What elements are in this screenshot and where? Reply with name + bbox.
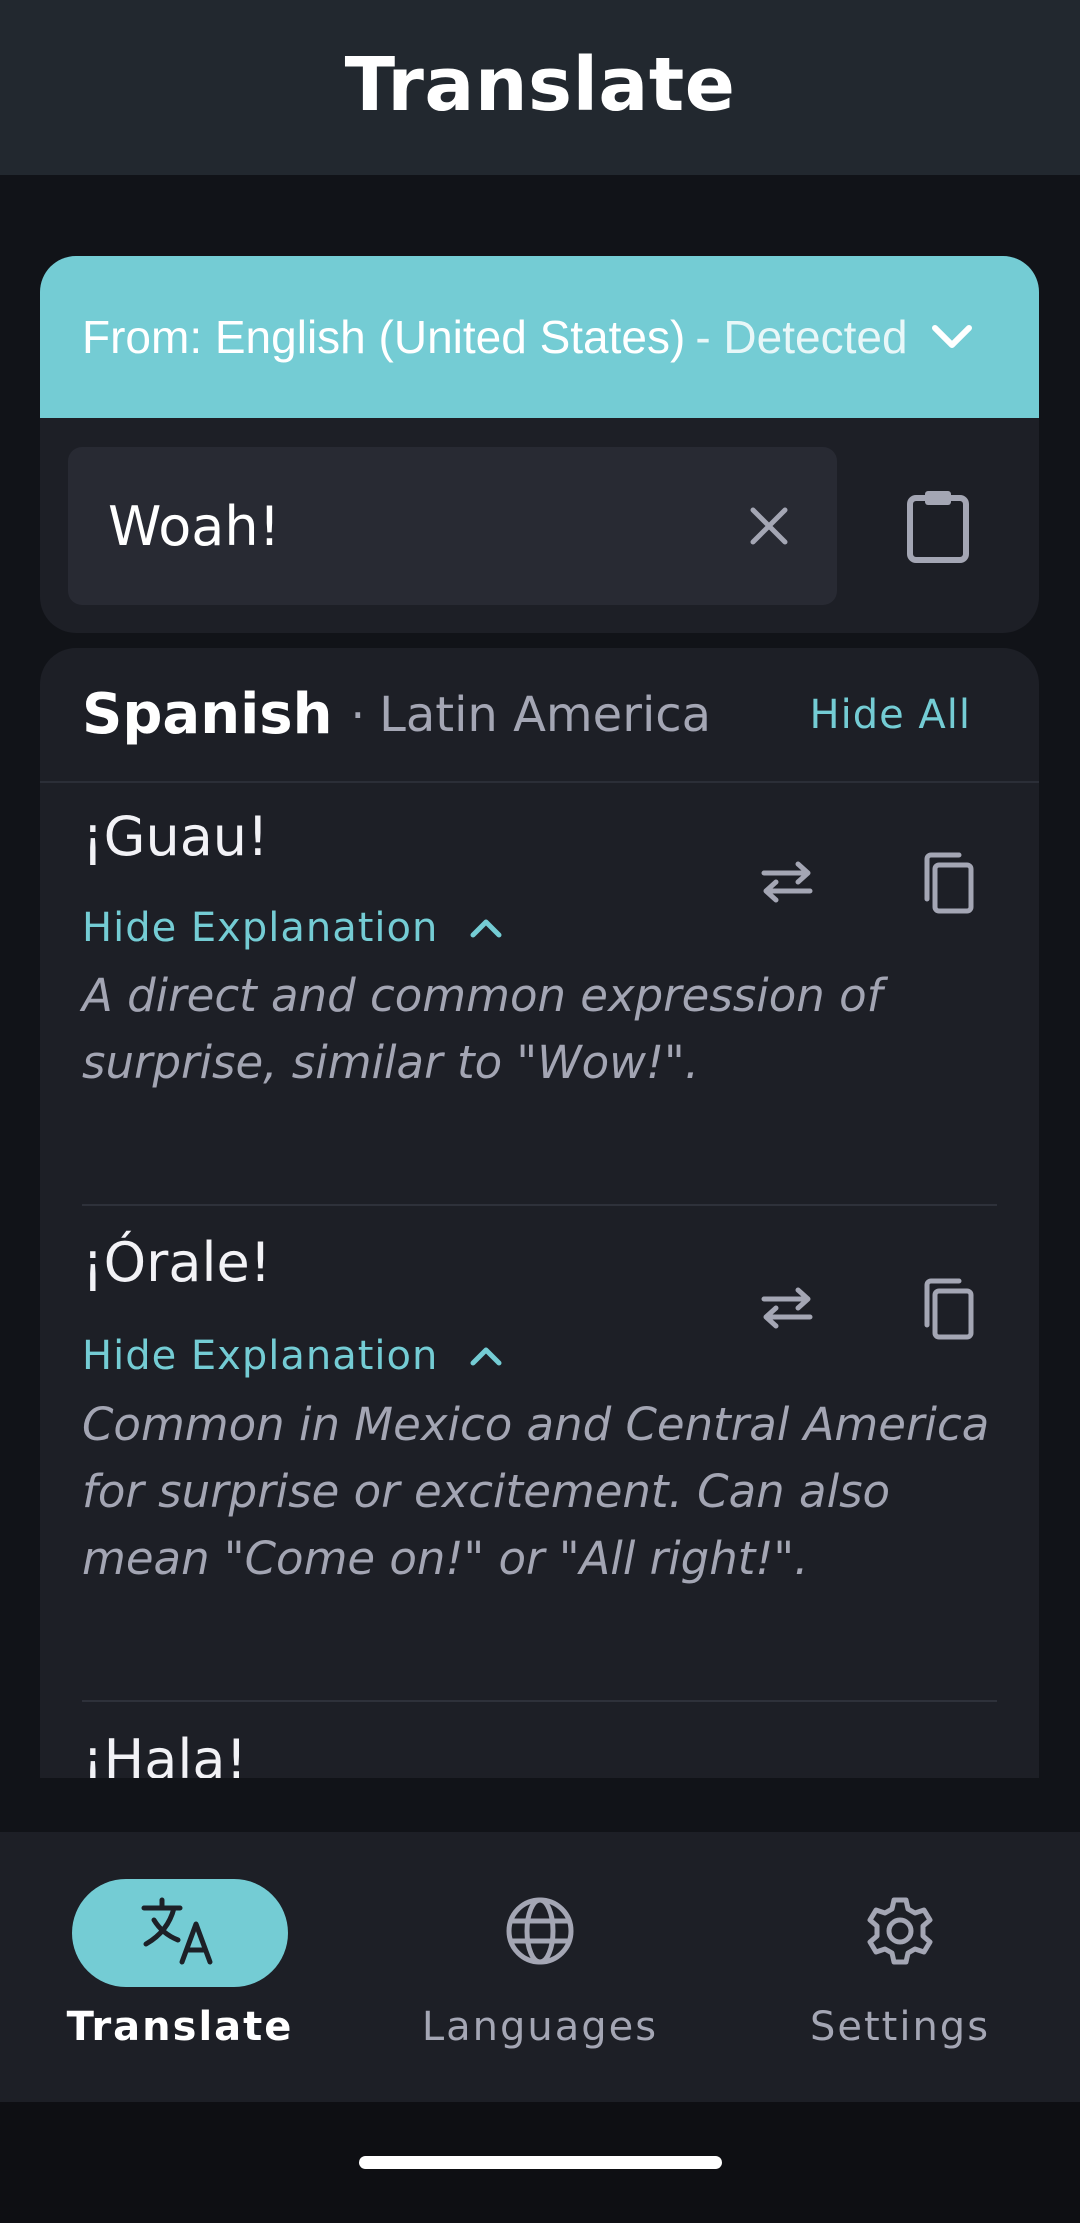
chevron-up-icon [468,1344,504,1368]
swap-icon[interactable] [752,1273,822,1343]
item-divider [82,1700,997,1702]
nav-item-languages[interactable]: Languages [360,1832,720,2102]
source-text-value: Woah! [108,494,281,558]
hide-explanation-label: Hide Explanation [82,1333,439,1379]
translation-item: ¡Hala! [82,1728,997,1778]
explanation-text: A direct and common expression of surpri… [82,969,883,1089]
hide-explanation-button[interactable]: Hide Explanation [82,905,504,951]
clear-icon[interactable] [741,498,797,554]
translation-phrase: ¡Hala! [82,1728,248,1778]
results-header: Spanish · Latin America Hide All [40,648,1039,783]
detected-label: - Detected [695,311,908,363]
copy-icon[interactable] [912,845,982,921]
nav-label-settings: Settings [809,2004,991,2050]
source-card: From: English (United States) - Detected… [40,256,1039,633]
hide-explanation-label: Hide Explanation [82,905,439,951]
nav-label-translate: Translate [66,2004,294,2050]
clipboard-icon[interactable] [898,486,978,566]
swap-icon[interactable] [752,847,822,917]
top-app-bar: Translate [0,0,1080,175]
source-language-label: From: English (United States) [82,311,686,363]
chevron-up-icon [468,916,504,940]
explanation-text: Common in Mexico and Central America for… [82,1398,990,1585]
results-card: Spanish · Latin America Hide All ¡Guau! [40,648,1039,1778]
globe-icon [504,1895,576,1971]
target-language: Spanish [82,682,333,747]
hide-explanation-button[interactable]: Hide Explanation [82,1333,504,1379]
nav-icon-container [792,1879,1008,1987]
translate-app: Translate From: English (United States) … [0,0,1080,2223]
translate-icon [140,1896,220,1970]
source-text-input[interactable]: Woah! [68,447,837,605]
hide-all-button[interactable]: Hide All [810,692,972,738]
target-region: Latin America [379,686,712,743]
source-input-row: Woah! [40,418,1039,633]
translation-phrase: ¡Órale! [82,1231,272,1294]
translation-phrase: ¡Guau! [82,805,269,868]
nav-active-indicator [72,1879,288,1987]
copy-icon[interactable] [912,1768,982,1778]
gear-icon [864,1895,936,1971]
copy-icon[interactable] [912,1271,982,1347]
nav-item-settings[interactable]: Settings [720,1832,1080,2102]
page-title: Translate [344,41,736,128]
separator-dot: · [350,687,366,742]
translation-item: ¡Guau! Hide Explanation A direct and com… [82,805,997,1089]
home-indicator[interactable] [359,2156,722,2169]
nav-label-languages: Languages [421,2004,659,2050]
chevron-down-icon [930,322,974,352]
bottom-navigation: Translate Languages Settings [0,1832,1080,2102]
translation-item: ¡Órale! Hide Explanation Common in Mexic… [82,1231,997,1585]
source-language-selector[interactable]: From: English (United States) - Detected [40,256,1039,418]
item-divider [82,1204,997,1206]
nav-icon-container [432,1879,648,1987]
nav-item-translate[interactable]: Translate [0,1832,360,2102]
